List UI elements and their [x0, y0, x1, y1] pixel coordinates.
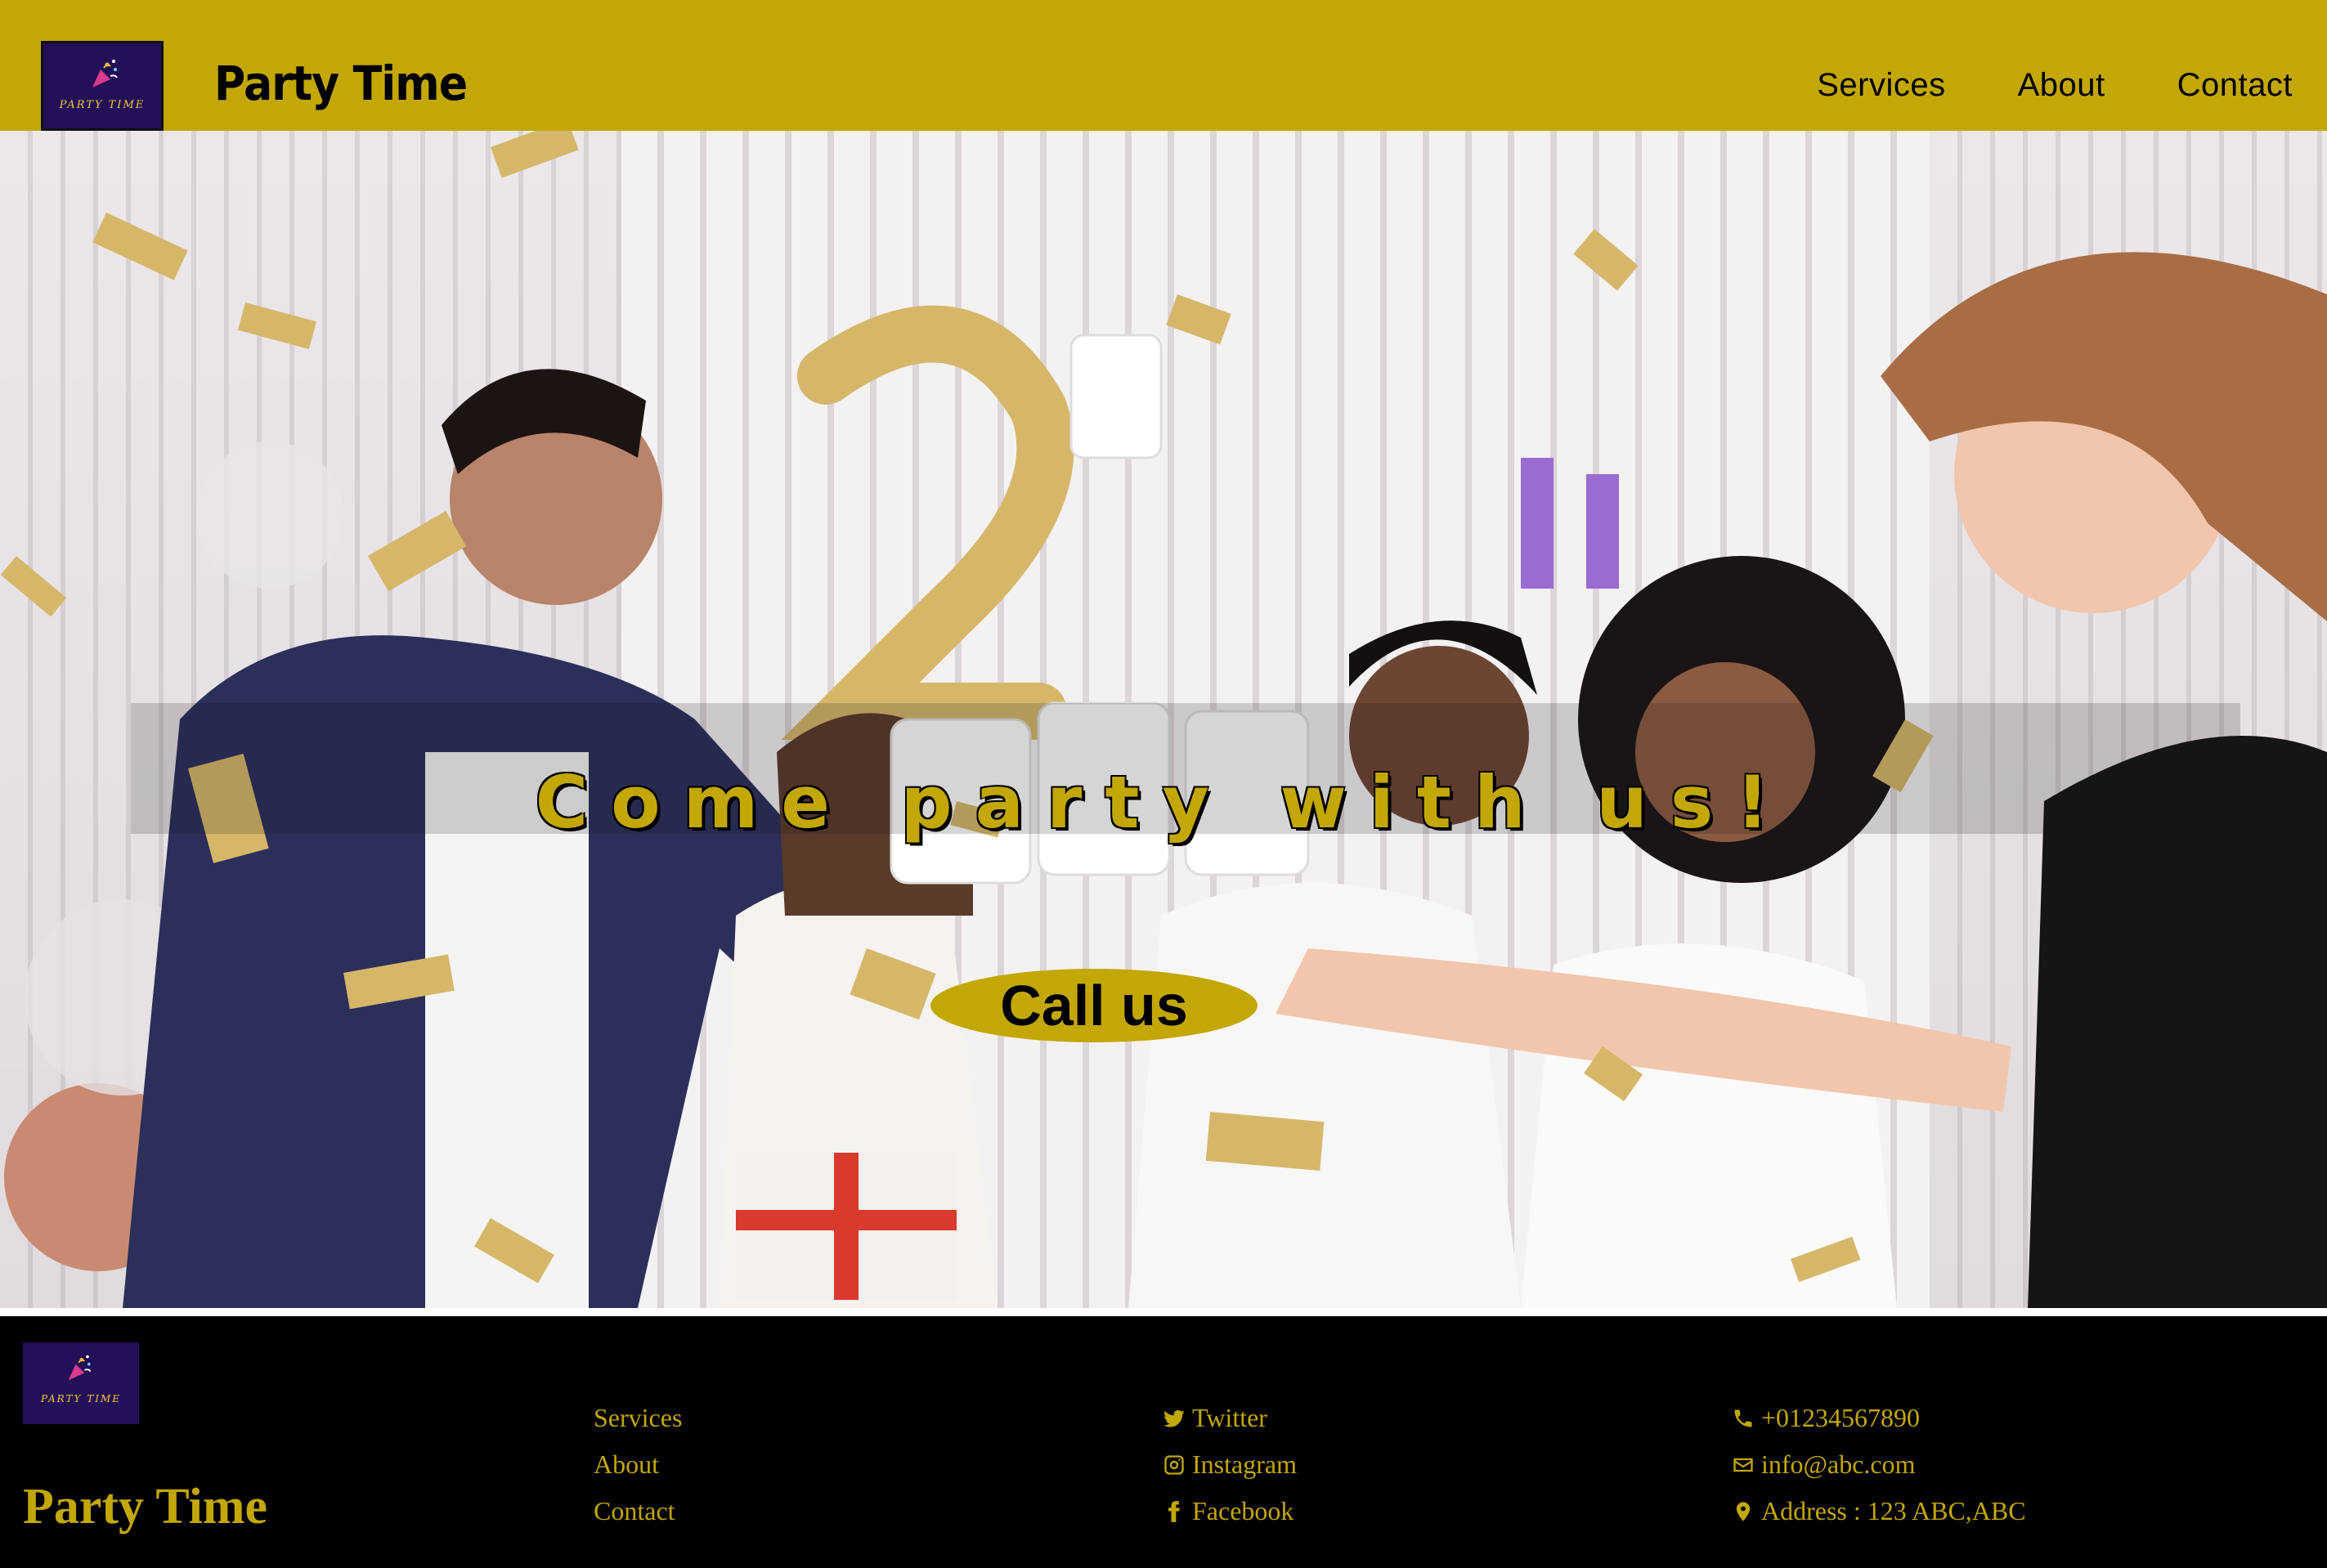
nav-services-link[interactable]: Services — [1817, 67, 1945, 116]
footer-links: Services About Contact — [594, 1395, 682, 1534]
address-text: Address : 123 ABC,ABC — [1761, 1496, 2026, 1525]
footer-social: Twitter Instagram Facebook — [1163, 1395, 1297, 1534]
hero-title: Come party with us! — [535, 760, 1792, 844]
footer-contact: +01234567890 info@abc.com Address : 123 … — [1732, 1395, 2026, 1534]
main-nav: Services About Contact — [1817, 67, 2293, 116]
instagram-icon — [1164, 1454, 1184, 1475]
footer-social-instagram[interactable]: Instagram — [1163, 1441, 1297, 1488]
logo[interactable]: PARTY TIME — [41, 41, 164, 131]
footer-link-services[interactable]: Services — [594, 1395, 682, 1441]
phone-number: +01234567890 — [1761, 1403, 1921, 1432]
footer-logo-text: PARTY TIME — [41, 1393, 121, 1404]
site-header: PARTY TIME Party Time Services About Con… — [0, 0, 2327, 131]
hero-section: Come party with us! Call us — [0, 131, 2327, 1308]
footer-link-contact[interactable]: Contact — [594, 1488, 682, 1534]
phone-icon — [1734, 1409, 1752, 1427]
footer-brand-name: Party Time — [23, 1479, 268, 1534]
envelope-icon — [1733, 1458, 1753, 1472]
map-marker-icon — [1736, 1501, 1751, 1521]
footer-social-facebook[interactable]: Facebook — [1163, 1488, 1297, 1534]
call-us-button[interactable]: Call us — [930, 969, 1258, 1042]
twitter-icon — [1164, 1409, 1185, 1427]
footer-phone[interactable]: +01234567890 — [1732, 1395, 2026, 1441]
party-popper-icon — [68, 1355, 92, 1381]
footer-email[interactable]: info@abc.com — [1732, 1441, 2026, 1488]
footer-address: Address : 123 ABC,ABC — [1732, 1488, 2026, 1534]
footer-social-twitter[interactable]: Twitter — [1163, 1395, 1297, 1441]
twitter-label: Twitter — [1192, 1403, 1267, 1432]
nav-contact-link[interactable]: Contact — [2177, 67, 2293, 116]
brand-name[interactable]: Party Time — [214, 56, 468, 111]
nav-about-link[interactable]: About — [2018, 67, 2105, 116]
party-popper-icon — [92, 60, 118, 87]
email-address: info@abc.com — [1761, 1449, 1916, 1479]
footer-link-about[interactable]: About — [594, 1441, 682, 1488]
facebook-label: Facebook — [1192, 1496, 1294, 1525]
instagram-label: Instagram — [1192, 1449, 1297, 1479]
site-footer: PARTY TIME Party Time Services About Con… — [0, 1316, 2327, 1568]
footer-logo[interactable]: PARTY TIME — [23, 1342, 139, 1424]
facebook-icon — [1168, 1500, 1180, 1522]
logo-text: PARTY TIME — [59, 99, 146, 111]
